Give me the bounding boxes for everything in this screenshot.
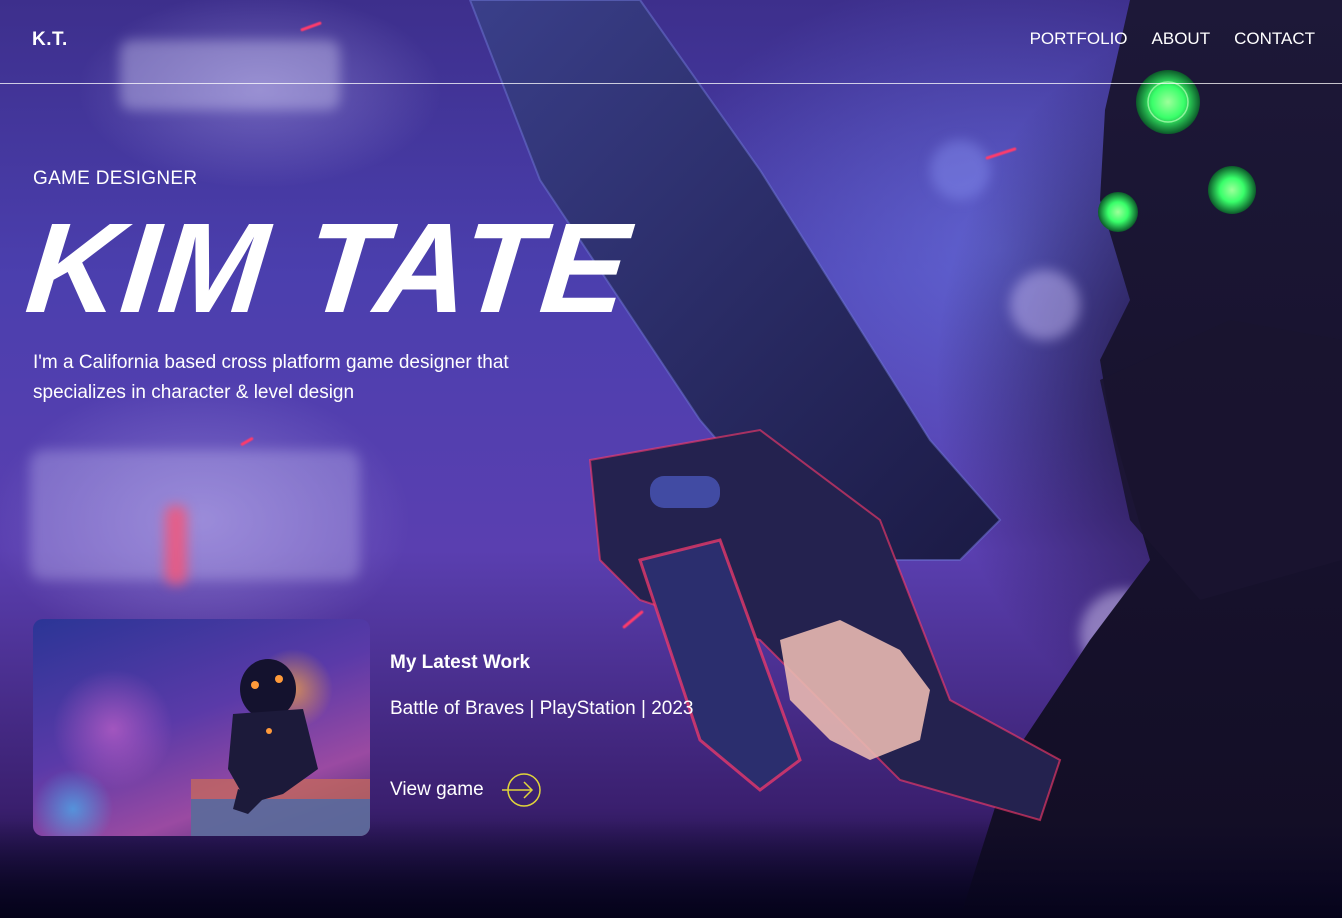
- latest-work-title: My Latest Work: [390, 652, 531, 673]
- bokeh-light: [1080, 590, 1170, 680]
- view-game-label: View game: [390, 779, 484, 800]
- spark: [985, 147, 1017, 160]
- bokeh-light: [30, 450, 360, 580]
- spark: [240, 436, 254, 447]
- arrow-right-circle-icon: [501, 772, 542, 808]
- latest-work-meta: Battle of Braves | PlayStation | 2023: [390, 698, 694, 719]
- hero-tagline: I'm a California based cross platform ga…: [33, 352, 509, 403]
- site-header: K.T. PORTFOLIO ABOUT CONTACT: [0, 0, 1342, 84]
- nav-portfolio[interactable]: PORTFOLIO: [1030, 29, 1128, 49]
- bokeh-light: [1010, 270, 1080, 340]
- nav-about[interactable]: ABOUT: [1152, 29, 1211, 49]
- view-game-link[interactable]: View game: [390, 772, 542, 808]
- latest-work-artwork: [191, 659, 370, 836]
- hero-eyebrow: GAME DESIGNER: [33, 168, 198, 189]
- bokeh-light: [930, 140, 990, 200]
- nav-contact[interactable]: CONTACT: [1234, 29, 1315, 49]
- bokeh-light: [165, 505, 187, 585]
- site-logo[interactable]: K.T.: [32, 29, 68, 51]
- spark: [1285, 146, 1303, 157]
- latest-work-thumbnail[interactable]: [33, 619, 370, 836]
- spark: [622, 609, 644, 630]
- hero-name: KIM TATE: [20, 197, 637, 340]
- main-nav: PORTFOLIO ABOUT CONTACT: [1030, 29, 1315, 49]
